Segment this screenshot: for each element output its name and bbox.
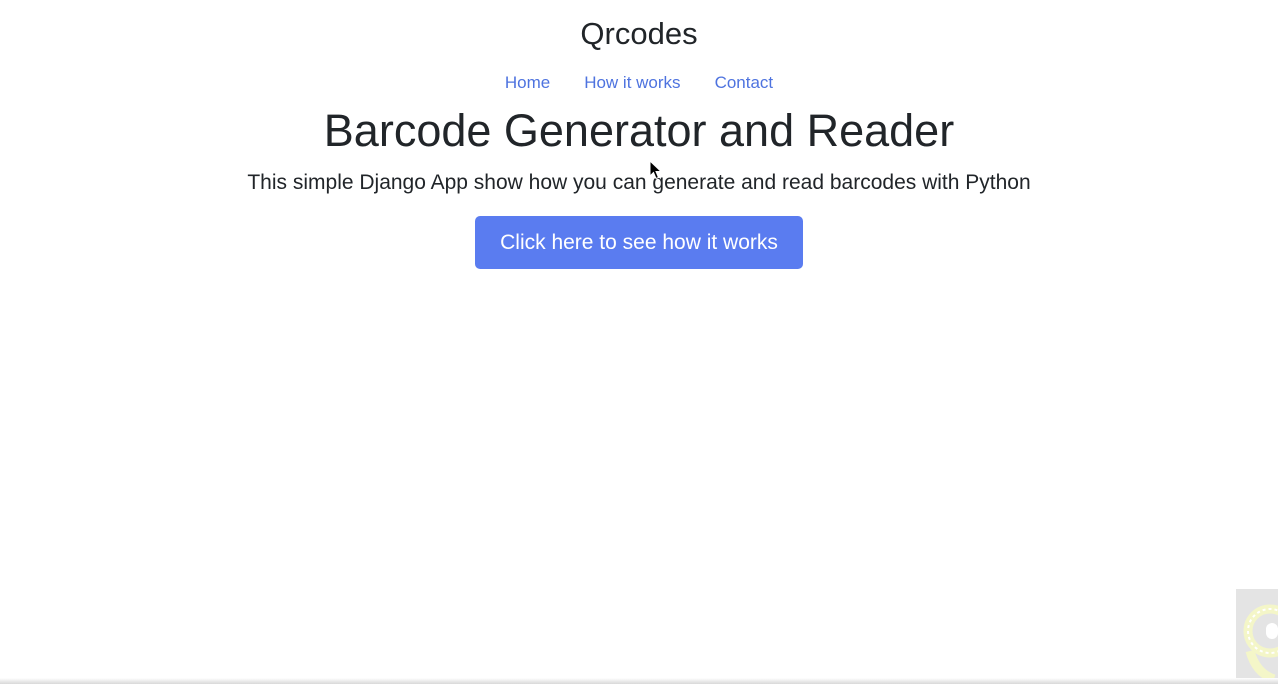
site-brand[interactable]: Qrcodes [0, 15, 1278, 53]
nav-link-contact[interactable]: Contact [698, 72, 791, 94]
hero-title: Barcode Generator and Reader [323, 105, 955, 156]
hero-subtitle: This simple Django App show how you can … [247, 171, 1031, 194]
how-it-works-button[interactable]: Click here to see how it works [475, 216, 803, 269]
bottom-edge [0, 678, 1278, 684]
page: Qrcodes Home How it works Contact Barcod… [0, 0, 1278, 684]
widget-icon[interactable] [1236, 589, 1278, 684]
main-nav: Home How it works Contact [0, 72, 1278, 94]
nav-link-home[interactable]: Home [488, 72, 567, 94]
mouse-pointer-icon [649, 160, 663, 180]
nav-link-how-it-works[interactable]: How it works [567, 72, 697, 94]
